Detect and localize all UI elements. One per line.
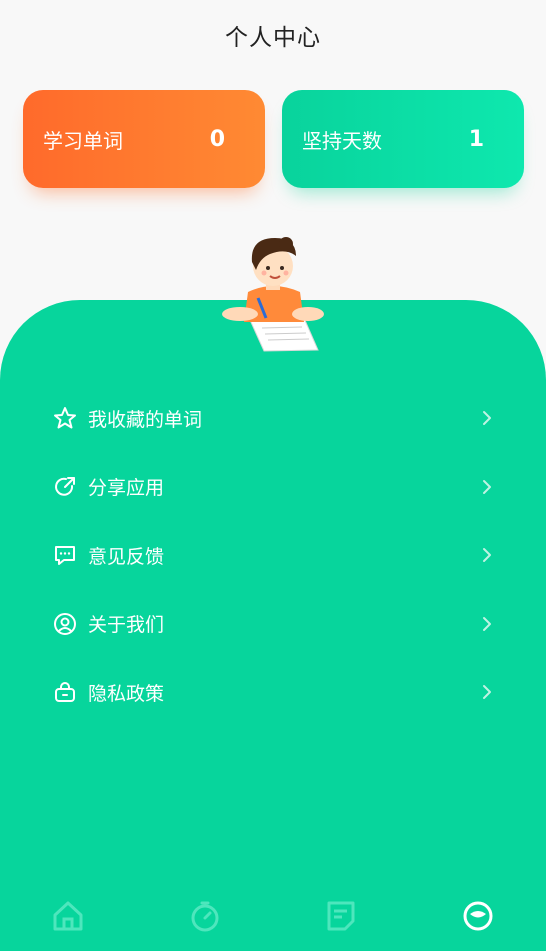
- streak-days-label: 坚持天数: [302, 128, 382, 153]
- streak-days-card[interactable]: 坚持天数 1: [282, 90, 524, 188]
- menu-item-share-app[interactable]: 分享应用: [0, 453, 546, 522]
- chevron-right-icon: [483, 548, 491, 563]
- bottom-tab-bar: [0, 881, 546, 951]
- face-icon: [463, 901, 493, 931]
- tab-home[interactable]: [38, 886, 98, 946]
- streak-days-count: 1: [468, 126, 484, 152]
- student-mascot-illustration: [222, 237, 324, 352]
- menu-item-label: 分享应用: [88, 477, 165, 500]
- profile-page: 个人中心 学习单词 0 坚持天数 1 我收藏的单词 分享应用 意见反馈 关于我们…: [0, 0, 546, 951]
- learned-words-card[interactable]: 学习单词 0: [23, 90, 265, 188]
- page-title: 个人中心: [225, 25, 321, 51]
- menu-list: 我收藏的单词 分享应用 意见反馈 关于我们 隐私政策: [0, 384, 546, 727]
- learned-words-count: 0: [209, 126, 225, 152]
- home-icon: [53, 901, 83, 931]
- menu-item-label: 我收藏的单词: [88, 408, 203, 431]
- menu-item-favorite-words[interactable]: 我收藏的单词: [0, 384, 546, 453]
- learned-words-label: 学习单词: [43, 128, 123, 153]
- stopwatch-icon: [191, 901, 219, 932]
- menu-item-about-us[interactable]: 关于我们: [0, 590, 546, 659]
- lock-icon: [52, 679, 78, 705]
- chevron-right-icon: [483, 411, 491, 426]
- tab-timer[interactable]: [175, 886, 235, 946]
- note-icon: [327, 901, 355, 931]
- user-circle-icon: [52, 611, 78, 637]
- menu-item-label: 隐私政策: [88, 682, 165, 705]
- menu-item-label: 关于我们: [88, 614, 165, 637]
- feedback-icon: [52, 542, 78, 568]
- tab-profile[interactable]: [448, 886, 508, 946]
- tab-notes[interactable]: [311, 886, 371, 946]
- star-icon: [52, 405, 78, 431]
- share-icon: [52, 474, 78, 500]
- menu-item-feedback[interactable]: 意见反馈: [0, 521, 546, 590]
- menu-item-label: 意见反馈: [88, 545, 165, 568]
- chevron-right-icon: [483, 479, 491, 494]
- chevron-right-icon: [483, 685, 491, 700]
- chevron-right-icon: [483, 616, 491, 631]
- menu-item-privacy-policy[interactable]: 隐私政策: [0, 658, 546, 727]
